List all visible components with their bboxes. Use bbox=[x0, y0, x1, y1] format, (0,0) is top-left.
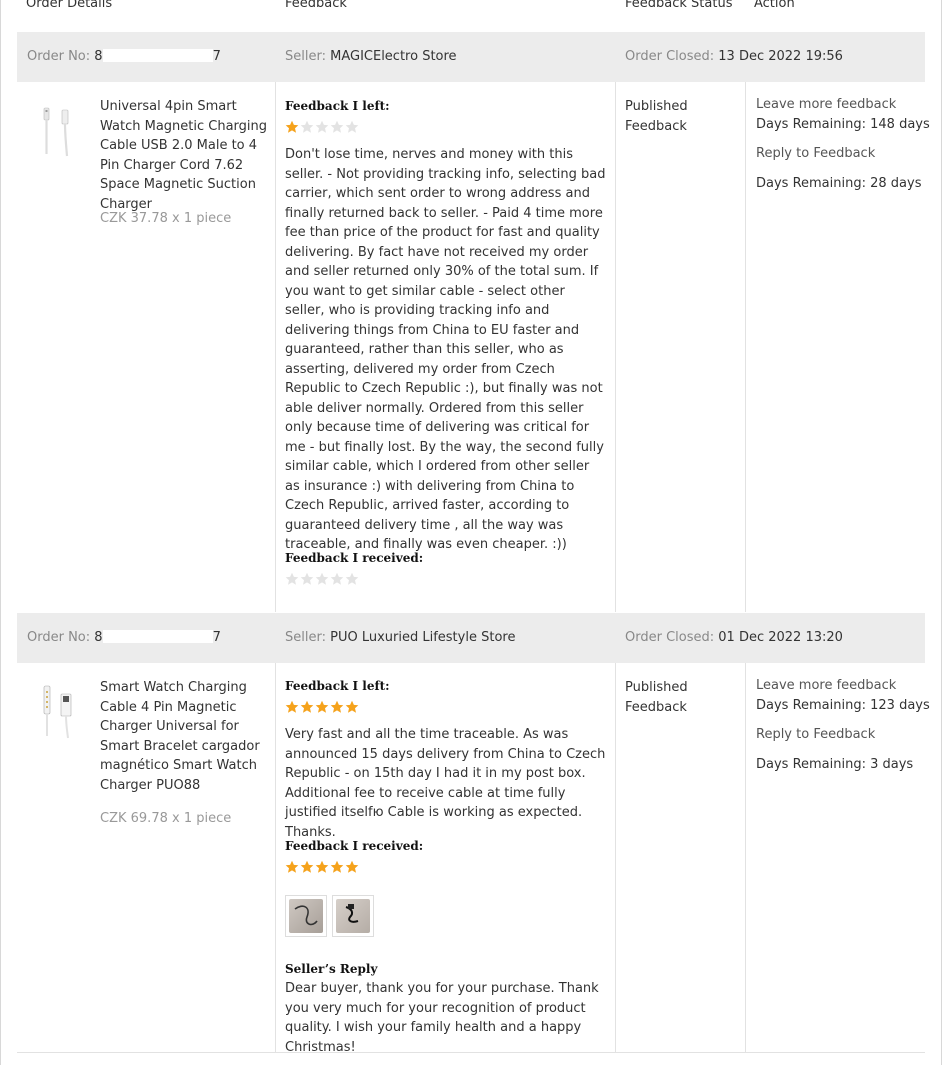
star-empty-icon bbox=[285, 572, 299, 585]
star-empty-icon bbox=[315, 120, 329, 133]
feedback-received-label: Feedback I received: bbox=[285, 839, 424, 853]
product-title[interactable]: Universal 4pin Smart Watch Magnetic Char… bbox=[100, 97, 270, 214]
star-filled-icon bbox=[300, 700, 314, 713]
feedback-photo[interactable] bbox=[332, 895, 374, 937]
product-image[interactable] bbox=[40, 104, 74, 160]
feedback-left-text: Very fast and all the time traceable. As… bbox=[285, 727, 606, 840]
feedback-left-label: Feedback I left: bbox=[285, 679, 390, 693]
star-empty-icon bbox=[315, 572, 329, 585]
star-empty-icon bbox=[300, 572, 314, 585]
sellers-reply-text: Dear buyer, thank you for your purchase.… bbox=[285, 981, 599, 1055]
photo-cable-icon bbox=[345, 904, 359, 923]
product-image[interactable] bbox=[40, 684, 74, 740]
star-empty-icon bbox=[345, 572, 359, 585]
rating-stars-received bbox=[285, 572, 359, 588]
sellers-reply-label: Seller’s Reply bbox=[285, 962, 378, 976]
rating-stars-left bbox=[285, 700, 359, 716]
star-filled-icon bbox=[285, 700, 299, 713]
column-divider bbox=[615, 82, 616, 612]
order-closed-date: Order Closed: 01 Dec 2022 13:20 bbox=[625, 630, 843, 645]
photo-cable-icon bbox=[294, 905, 318, 926]
reply-to-feedback-link[interactable]: Reply to Feedback bbox=[756, 146, 875, 161]
reply-to-feedback-link[interactable]: Reply to Feedback bbox=[756, 727, 875, 742]
seller-link[interactable]: MAGICElectro Store bbox=[330, 49, 456, 64]
column-header-order-details: Order Details bbox=[26, 0, 113, 11]
star-filled-icon bbox=[345, 860, 359, 873]
star-filled-icon bbox=[345, 700, 359, 713]
product-price: CZK 69.78 x 1 piece bbox=[100, 811, 232, 826]
column-divider bbox=[615, 663, 616, 1053]
leave-more-feedback-link[interactable]: Leave more feedback bbox=[756, 678, 896, 693]
days-remaining-text: Days Remaining: 28 days bbox=[756, 176, 922, 191]
star-filled-icon bbox=[315, 700, 329, 713]
feedback-photo[interactable] bbox=[285, 895, 327, 937]
order-number: Order No: 87 bbox=[27, 630, 221, 645]
days-remaining-text: Days Remaining: 3 days bbox=[756, 757, 914, 772]
order-number: Order No: 87 bbox=[27, 49, 221, 64]
seller-link[interactable]: PUO Luxuried Lifestyle Store bbox=[330, 630, 515, 645]
redacted-mask bbox=[102, 630, 213, 643]
days-remaining-text: Days Remaining: 123 days bbox=[756, 698, 930, 713]
star-filled-icon bbox=[330, 860, 344, 873]
column-header-action: Action bbox=[754, 0, 795, 11]
redacted-mask bbox=[102, 49, 213, 62]
product-price: CZK 37.78 x 1 piece bbox=[100, 211, 232, 226]
star-filled-icon bbox=[330, 700, 344, 713]
rating-stars-received bbox=[285, 860, 359, 876]
order-closed-date: Order Closed: 13 Dec 2022 19:56 bbox=[625, 49, 843, 64]
star-filled-icon bbox=[285, 860, 299, 873]
column-divider bbox=[745, 663, 746, 1053]
star-filled-icon bbox=[285, 120, 299, 133]
star-empty-icon bbox=[300, 120, 314, 133]
feedback-left-label: Feedback I left: bbox=[285, 99, 390, 113]
order-header-bar: Order No: 87 Seller: MAGICElectro Store … bbox=[17, 32, 925, 82]
feedback-received-label: Feedback I received: bbox=[285, 551, 424, 565]
feedback-status: Published Feedback bbox=[625, 99, 688, 134]
column-divider bbox=[745, 82, 746, 612]
star-empty-icon bbox=[330, 572, 344, 585]
feedback-left-text: Don't lose time, nerves and money with t… bbox=[285, 147, 606, 552]
star-empty-icon bbox=[330, 120, 344, 133]
seller-name: Seller: MAGICElectro Store bbox=[285, 49, 457, 64]
feedback-status: Published Feedback bbox=[625, 680, 688, 715]
days-remaining-text: Days Remaining: 148 days bbox=[756, 117, 930, 132]
star-filled-icon bbox=[315, 860, 329, 873]
column-divider bbox=[275, 82, 276, 612]
product-title[interactable]: Smart Watch Charging Cable 4 Pin Magneti… bbox=[100, 678, 270, 795]
order-header-bar: Order No: 87 Seller: PUO Luxuried Lifest… bbox=[17, 613, 925, 663]
column-divider bbox=[275, 663, 276, 1053]
star-empty-icon bbox=[345, 120, 359, 133]
column-header-feedback: Feedback bbox=[285, 0, 347, 11]
leave-more-feedback-link[interactable]: Leave more feedback bbox=[756, 97, 896, 112]
rating-stars-left bbox=[285, 120, 359, 136]
column-header-feedback-status: Feedback Status bbox=[625, 0, 733, 11]
star-filled-icon bbox=[300, 860, 314, 873]
seller-name: Seller: PUO Luxuried Lifestyle Store bbox=[285, 630, 516, 645]
